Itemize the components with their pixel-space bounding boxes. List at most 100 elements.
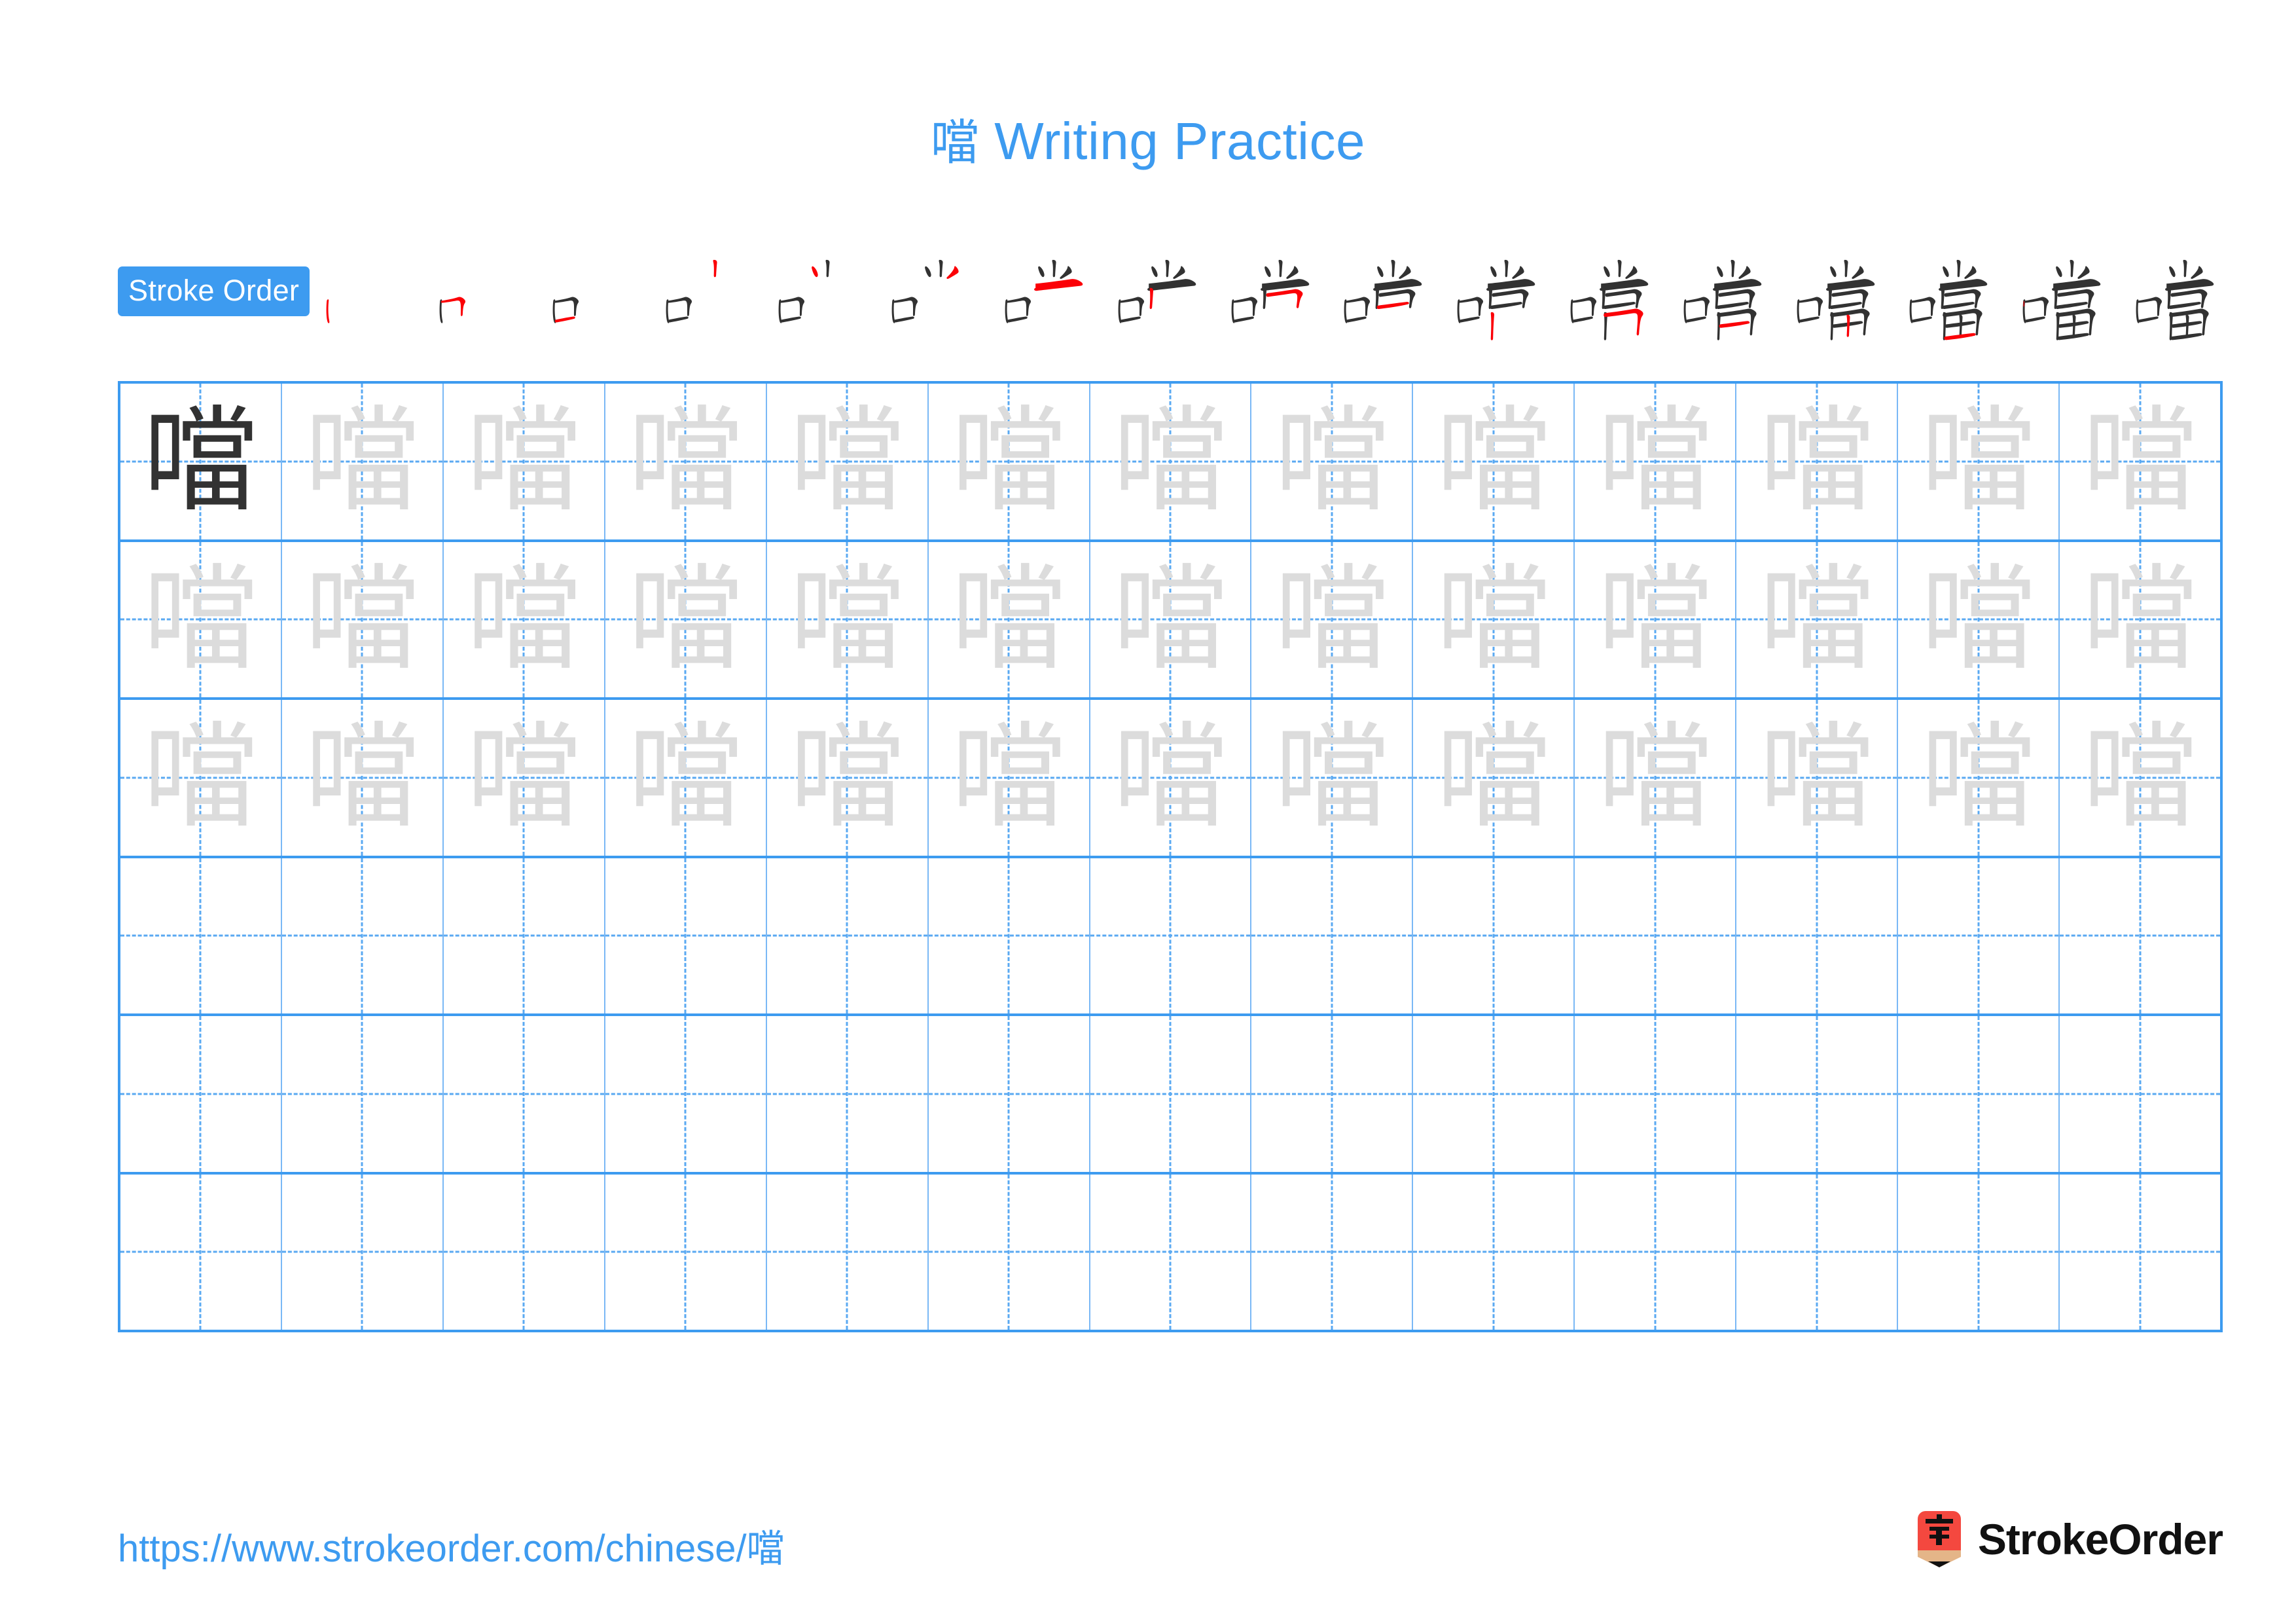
trace-character: 噹: [304, 711, 420, 845]
trace-character: 噹: [1436, 711, 1551, 845]
practice-cell-r5-c10[interactable]: [1575, 1016, 1737, 1172]
practice-cell-r6-c4[interactable]: [605, 1174, 767, 1330]
trace-character: 噹: [466, 395, 581, 528]
practice-cell-r1-c12[interactable]: 噹: [1898, 384, 2060, 539]
practice-cell-r5-c12[interactable]: [1898, 1016, 2060, 1172]
practice-cell-r6-c11[interactable]: [1736, 1174, 1899, 1330]
practice-cell-r1-c1[interactable]: 噹: [120, 384, 282, 539]
practice-cell-r2-c4[interactable]: 噹: [605, 541, 767, 697]
stroke-step-15: [1899, 252, 1996, 340]
trace-character: 噹: [304, 553, 420, 686]
stroke-step-13: [1674, 252, 1770, 340]
practice-cell-r6-c6[interactable]: [929, 1174, 1090, 1330]
stroke-order-badge: Stroke Order: [118, 266, 310, 316]
page-title-character: 噹: [931, 115, 980, 171]
practice-cell-r6-c12[interactable]: [1898, 1174, 2060, 1330]
practice-cell-r4-c3[interactable]: [444, 858, 605, 1013]
practice-cell-r6-c3[interactable]: [444, 1174, 605, 1330]
practice-cell-r2-c2[interactable]: 噹: [282, 541, 444, 697]
practice-cell-r3-c2[interactable]: 噹: [282, 700, 444, 856]
practice-cell-r5-c9[interactable]: [1413, 1016, 1575, 1172]
practice-cell-r5-c3[interactable]: [444, 1016, 605, 1172]
practice-cell-r1-c2[interactable]: 噹: [282, 384, 444, 539]
practice-cell-r3-c7[interactable]: 噹: [1090, 700, 1252, 856]
practice-cell-r6-c7[interactable]: [1090, 1174, 1252, 1330]
practice-cell-r5-c6[interactable]: [929, 1016, 1090, 1172]
practice-cell-r4-c6[interactable]: [929, 858, 1090, 1013]
practice-cell-r4-c5[interactable]: [767, 858, 929, 1013]
practice-cell-r3-c8[interactable]: 噹: [1251, 700, 1414, 856]
practice-cell-r1-c5[interactable]: 噹: [767, 384, 929, 539]
trace-character: 噹: [143, 711, 258, 845]
practice-cell-r3-c10[interactable]: 噹: [1575, 700, 1737, 856]
practice-cell-r6-c5[interactable]: [767, 1174, 929, 1330]
practice-cell-r2-c6[interactable]: 噹: [929, 541, 1090, 697]
practice-cell-r5-c4[interactable]: [605, 1016, 767, 1172]
practice-cell-r1-c11[interactable]: 噹: [1736, 384, 1899, 539]
practice-cell-r2-c12[interactable]: 噹: [1898, 541, 2060, 697]
practice-cell-r5-c8[interactable]: [1251, 1016, 1414, 1172]
practice-cell-r4-c4[interactable]: [605, 858, 767, 1013]
practice-cell-r1-c4[interactable]: 噹: [605, 384, 767, 539]
practice-cell-r3-c1[interactable]: 噹: [120, 700, 282, 856]
strokeorder-logo-icon: [1914, 1511, 1965, 1567]
practice-cell-r1-c8[interactable]: 噹: [1251, 384, 1414, 539]
stroke-step-2: [429, 252, 526, 331]
practice-cell-r1-c7[interactable]: 噹: [1090, 384, 1252, 539]
practice-cell-r2-c5[interactable]: 噹: [767, 541, 929, 697]
trace-character: 噹: [1759, 395, 1874, 528]
practice-cell-r6-c8[interactable]: [1251, 1174, 1414, 1330]
practice-cell-r2-c13[interactable]: 噹: [2060, 542, 2220, 698]
practice-cell-r2-c9[interactable]: 噹: [1413, 541, 1575, 697]
practice-cell-r3-c9[interactable]: 噹: [1413, 700, 1575, 856]
trace-character: 噹: [951, 553, 1066, 686]
practice-cell-r4-c2[interactable]: [282, 858, 444, 1013]
practice-cell-r3-c5[interactable]: 噹: [767, 700, 929, 856]
practice-cell-r1-c9[interactable]: 噹: [1413, 384, 1575, 539]
trace-character: 噹: [143, 553, 258, 686]
practice-cell-r5-c7[interactable]: [1090, 1016, 1252, 1172]
stroke-order-section: Stroke Order: [118, 252, 2223, 340]
practice-cell-r2-c7[interactable]: 噹: [1090, 541, 1252, 697]
practice-cell-r4-c10[interactable]: [1575, 858, 1737, 1013]
practice-cell-r5-c2[interactable]: [282, 1016, 444, 1172]
footer-url[interactable]: https://www.strokeorder.com/chinese/噹: [118, 1518, 785, 1573]
practice-cell-r1-c13[interactable]: 噹: [2060, 384, 2220, 539]
stroke-step-6: [882, 252, 978, 331]
practice-cell-r4-c7[interactable]: [1090, 858, 1252, 1013]
practice-cell-r6-c9[interactable]: [1413, 1174, 1575, 1330]
practice-cell-r4-c1[interactable]: [120, 858, 282, 1013]
practice-cell-r5-c13[interactable]: [2060, 1016, 2220, 1172]
practice-cell-r6-c13[interactable]: [2060, 1175, 2220, 1330]
practice-cell-r2-c10[interactable]: 噹: [1575, 541, 1737, 697]
practice-cell-r4-c8[interactable]: [1251, 858, 1414, 1013]
practice-cell-r4-c11[interactable]: [1736, 858, 1899, 1013]
practice-cell-r3-c6[interactable]: 噹: [929, 700, 1090, 856]
stroke-step-17: [2126, 252, 2223, 340]
practice-cell-r3-c3[interactable]: 噹: [444, 700, 605, 856]
trace-character: 噹: [1921, 553, 2036, 686]
practice-cell-r3-c11[interactable]: 噹: [1736, 700, 1899, 856]
practice-cell-r3-c4[interactable]: 噹: [605, 700, 767, 856]
practice-cell-r5-c1[interactable]: [120, 1016, 282, 1172]
practice-cell-r1-c6[interactable]: 噹: [929, 384, 1090, 539]
stroke-step-10: [1334, 252, 1431, 331]
practice-cell-r4-c12[interactable]: [1898, 858, 2060, 1013]
practice-cell-r1-c3[interactable]: 噹: [444, 384, 605, 539]
practice-cell-r1-c10[interactable]: 噹: [1575, 384, 1737, 539]
practice-cell-r5-c11[interactable]: [1736, 1016, 1899, 1172]
practice-cell-r2-c8[interactable]: 噹: [1251, 541, 1414, 697]
practice-cell-r3-c12[interactable]: 噹: [1898, 700, 2060, 856]
practice-cell-r6-c2[interactable]: [282, 1174, 444, 1330]
practice-cell-r2-c1[interactable]: 噹: [120, 541, 282, 697]
practice-cell-r2-c3[interactable]: 噹: [444, 541, 605, 697]
trace-character: 噹: [1436, 395, 1551, 528]
stroke-step-9: [1221, 252, 1318, 331]
practice-cell-r6-c10[interactable]: [1575, 1174, 1737, 1330]
practice-cell-r2-c11[interactable]: 噹: [1736, 541, 1899, 697]
practice-cell-r3-c13[interactable]: 噹: [2060, 700, 2220, 856]
practice-cell-r6-c1[interactable]: [120, 1174, 282, 1330]
practice-cell-r4-c9[interactable]: [1413, 858, 1575, 1013]
practice-cell-r5-c5[interactable]: [767, 1016, 929, 1172]
practice-cell-r4-c13[interactable]: [2060, 858, 2220, 1014]
